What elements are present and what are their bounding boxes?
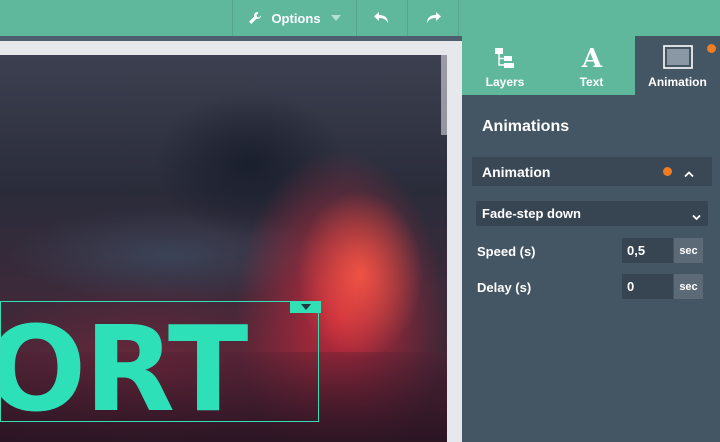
properties-panel: Layers A Text Animation Animations Anima… [462,36,720,442]
accordion-title: Animation [482,163,551,180]
speed-label: Speed (s) [477,244,536,259]
status-dot [663,167,672,176]
animation-effect-select[interactable]: Fade-step down [476,201,708,226]
delay-input[interactable] [622,274,673,299]
panel-tabs: Layers A Text Animation [462,36,720,95]
undo-button[interactable] [357,0,407,36]
redo-button[interactable] [408,0,458,36]
animation-effect-value: Fade-step down [482,206,581,221]
chevron-up-icon[interactable] [684,165,694,181]
speed-unit: sec [674,238,703,263]
undo-icon [374,12,390,24]
tab-text[interactable]: A Text [548,36,635,95]
canvas-scrollbar[interactable] [441,55,447,135]
chevron-down-icon [692,209,701,224]
tab-layers[interactable]: Layers [462,36,548,95]
text-icon: A [580,43,604,69]
selected-layer-outline[interactable] [0,301,319,422]
delay-label: Delay (s) [477,280,532,295]
animation-icon [662,43,693,69]
tab-layers-label: Layers [485,75,525,89]
caret-down-icon [300,304,311,310]
toolbar-separator [458,0,459,36]
redo-icon [425,12,441,24]
speed-input[interactable] [622,238,673,263]
layer-options-handle[interactable] [290,301,321,313]
animation-accordion-header[interactable]: Animation [472,157,712,186]
notification-dot [707,44,716,53]
chevron-down-icon [330,15,341,21]
section-title: Animations [482,118,570,135]
editor-canvas[interactable]: ORT [0,41,462,442]
top-toolbar: Options [0,0,720,36]
options-button[interactable]: Options [233,0,356,36]
svg-text:A: A [580,45,602,69]
tab-text-label: Text [579,75,604,89]
options-label: Options [271,10,321,26]
wrench-icon [248,11,262,25]
delay-unit: sec [674,274,703,299]
layers-icon [494,43,516,69]
tab-animation-label: Animation [648,75,707,89]
